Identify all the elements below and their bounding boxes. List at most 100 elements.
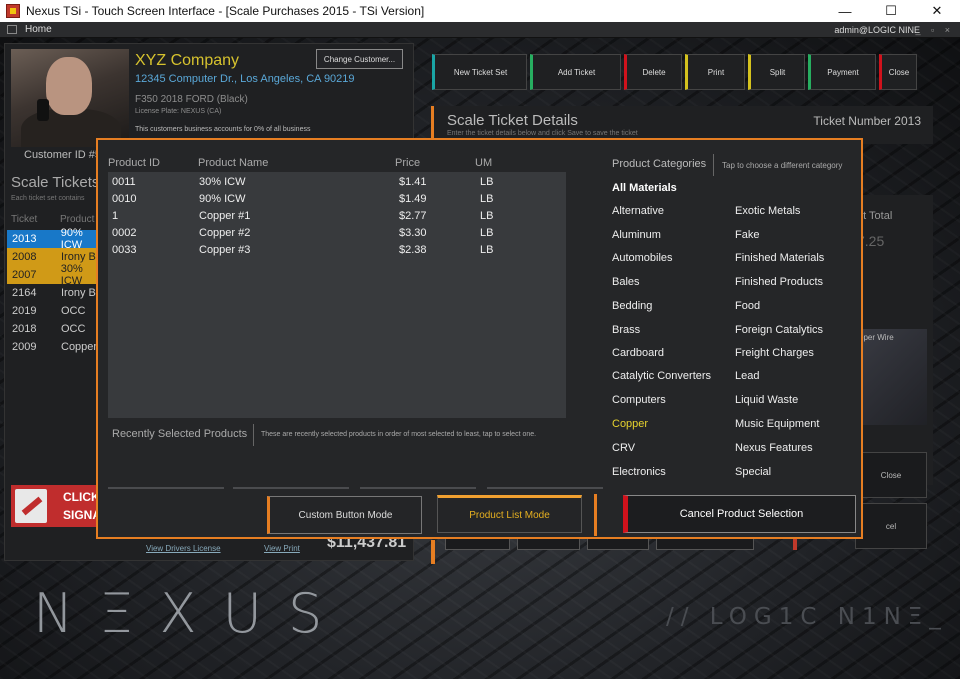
category-liquid-waste[interactable]: Liquid Waste [735, 394, 798, 406]
ticket-cancel-button[interactable]: cel [855, 503, 927, 549]
menu-bar: Home admin@LOGIC NINE _ ▫ × [0, 22, 960, 38]
header-product-id: Product ID [108, 157, 160, 169]
accent-bar [594, 494, 597, 536]
scale-tickets-title: Scale Tickets [11, 174, 100, 191]
ticket-close-button[interactable]: Close [855, 452, 927, 498]
logged-in-user: admin@LOGIC NINE [834, 24, 920, 35]
table-row[interactable]: 0011 30% ICW $1.41 LB [112, 173, 493, 190]
recent-products-title: Recently Selected Products [112, 428, 248, 440]
category-all-materials[interactable]: All Materials [612, 182, 677, 194]
view-drivers-license-link[interactable]: View Drivers License [146, 544, 221, 553]
category-aluminum[interactable]: Aluminum [612, 229, 661, 241]
table-row[interactable]: 2018 OCC [7, 320, 107, 338]
nexus-logo: NΞXUS [33, 582, 349, 645]
category-bales[interactable]: Bales [612, 276, 640, 288]
custom-button-mode-button[interactable]: Custom Button Mode [267, 496, 422, 534]
table-row[interactable]: 2019 OCC [7, 302, 107, 320]
category-automobiles[interactable]: Automobiles [612, 252, 673, 264]
details-subtitle: Enter the ticket details below and click… [447, 130, 638, 137]
recent-product-slot[interactable] [108, 487, 224, 489]
category-food[interactable]: Food [735, 300, 760, 312]
table-row[interactable]: 2007 30% ICW [7, 263, 107, 287]
table-row[interactable]: 2013 90% ICW [7, 227, 107, 251]
table-row[interactable]: 0002 Copper #2 $3.30 LB [112, 224, 493, 241]
cancel-product-selection-button[interactable]: Cancel Product Selection [623, 495, 856, 533]
category-finished-materials[interactable]: Finished Materials [735, 252, 824, 264]
company-address: 12345 Computer Dr., Los Angeles, CA 9021… [135, 73, 355, 85]
scale-tickets-columns: Ticket Product [11, 214, 109, 225]
product-selection-dialog: Product ID Product Name Price UM 0011 30%… [96, 138, 863, 539]
divider [713, 154, 714, 176]
close-icon[interactable]: ✕ [914, 0, 960, 22]
view-print-link[interactable]: View Print [264, 544, 300, 553]
details-title: Scale Ticket Details [447, 112, 578, 129]
company-name: XYZ Company [135, 52, 240, 69]
table-row[interactable]: 2009 Copper [7, 338, 107, 356]
scale-tickets-subtitle: Each ticket set contains [11, 195, 85, 202]
home-icon[interactable] [7, 25, 17, 34]
category-brass[interactable]: Brass [612, 324, 640, 336]
app-icon [6, 4, 20, 18]
category-finished-products[interactable]: Finished Products [735, 276, 823, 288]
header-um: UM [475, 157, 493, 169]
divider [253, 424, 254, 446]
category-crv[interactable]: CRV [612, 442, 635, 454]
table-row[interactable]: 0033 Copper #3 $2.38 LB [112, 241, 493, 258]
categories-title: Product Categories [612, 158, 707, 170]
customer-photo [11, 49, 129, 147]
logic-nine-logo: // LOG1C N1NΞ_ [666, 604, 948, 630]
window-title-bar: Nexus TSi - Touch Screen Interface - [Sc… [0, 0, 960, 22]
vehicle-info: F350 2018 FORD (Black) [135, 94, 248, 105]
close-button[interactable]: Close [879, 54, 917, 90]
category-cardboard[interactable]: Cardboard [612, 347, 664, 359]
category-nexus-features[interactable]: Nexus Features [735, 442, 813, 454]
delete-button[interactable]: Delete [624, 54, 682, 90]
ticket-toolbar: New Ticket Set Add Ticket Delete Print S… [432, 54, 917, 90]
categories-subtitle: Tap to choose a different category [722, 161, 843, 170]
category-copper[interactable]: Copper [612, 418, 648, 430]
window-title: Nexus TSi - Touch Screen Interface - [Sc… [26, 4, 425, 18]
recent-product-slot[interactable] [360, 487, 476, 489]
header-price: Price [395, 157, 421, 169]
mdi-controls[interactable]: _ ▫ × [916, 25, 954, 35]
minimize-icon[interactable]: — [822, 0, 868, 22]
product-list: 0011 30% ICW $1.41 LB 0010 90% ICW $1.49 LB 1C… [108, 172, 566, 418]
header-product-name: Product Name [198, 157, 269, 169]
category-bedding[interactable]: Bedding [612, 300, 652, 312]
category-exotic-metals[interactable]: Exotic Metals [735, 205, 800, 217]
maximize-icon[interactable]: ☐ [868, 0, 914, 22]
category-lead[interactable]: Lead [735, 370, 759, 382]
ticket-number: Ticket Number 2013 [813, 114, 921, 128]
recent-product-slot[interactable] [233, 487, 349, 489]
category-music-equipment[interactable]: Music Equipment [735, 418, 819, 430]
column-ticket: Ticket [11, 214, 38, 225]
scale-tickets-list: 2013 90% ICW 2008 Irony Bra 2007 30% ICW 21… [7, 227, 107, 356]
table-row[interactable]: 0010 90% ICW $1.49 LB [112, 190, 493, 207]
category-catalytic-converters[interactable]: Catalytic Converters [612, 370, 711, 382]
category-alternative[interactable]: Alternative [612, 205, 664, 217]
click-to-sign-button[interactable]: CLICK SIGNA [11, 485, 101, 527]
category-electronics[interactable]: Electronics [612, 466, 666, 478]
product-list-mode-button[interactable]: Product List Mode [437, 495, 582, 533]
payment-button[interactable]: Payment [808, 54, 876, 90]
category-special[interactable]: Special [735, 466, 771, 478]
table-row[interactable]: 2164 Irony Bra [7, 284, 107, 302]
category-fake[interactable]: Fake [735, 229, 759, 241]
category-freight-charges[interactable]: Freight Charges [735, 347, 814, 359]
business-share-note: This customers business accounts for 0% … [135, 126, 311, 133]
category-foreign-catalytics[interactable]: Foreign Catalytics [735, 324, 823, 336]
table-row[interactable]: 1 Copper #1 $2.77 LB [112, 207, 493, 224]
window-controls: — ☐ ✕ [822, 0, 960, 22]
print-button[interactable]: Print [685, 54, 745, 90]
customer-id: Customer ID #5 [24, 149, 102, 161]
change-customer-button[interactable]: Change Customer... [316, 49, 403, 69]
recent-product-slot[interactable] [487, 487, 603, 489]
split-button[interactable]: Split [748, 54, 805, 90]
category-computers[interactable]: Computers [612, 394, 666, 406]
add-ticket-button[interactable]: Add Ticket [530, 54, 621, 90]
menu-home[interactable]: Home [25, 24, 52, 35]
signature-pen-icon [15, 489, 47, 523]
new-ticket-set-button[interactable]: New Ticket Set [432, 54, 527, 90]
accent-bar [431, 540, 435, 564]
license-plate: License Plate: NEXUS (CA) [135, 108, 222, 115]
